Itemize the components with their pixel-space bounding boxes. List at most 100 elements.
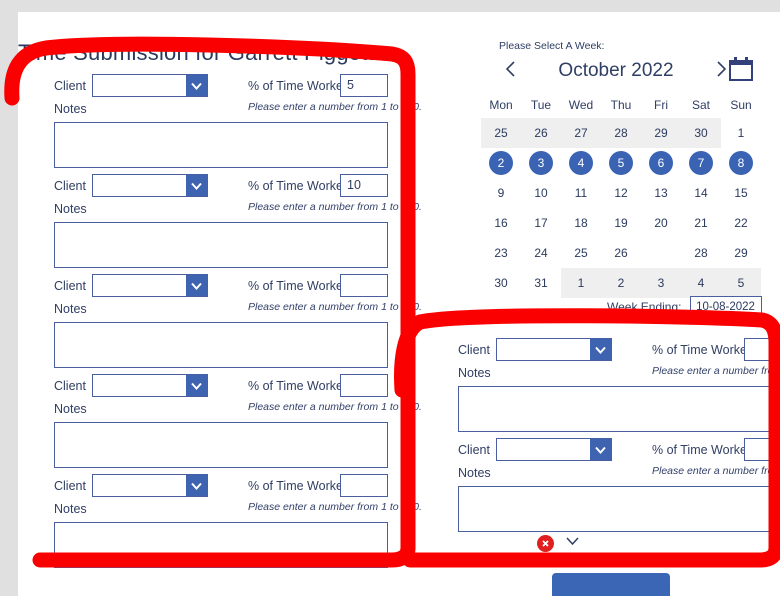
client-select[interactable] [92, 174, 208, 197]
client-select[interactable] [92, 74, 208, 97]
calendar-icon[interactable] [726, 56, 756, 84]
calendar-day[interactable]: 22 [721, 208, 761, 238]
notes-textarea[interactable] [458, 386, 780, 432]
calendar-day[interactable]: 3 [641, 268, 681, 298]
calendar-day[interactable]: 30 [481, 268, 521, 298]
calendar-day-selected[interactable]: 6 [641, 148, 681, 178]
calendar-day-label: 7 [689, 151, 713, 175]
notes-textarea[interactable] [54, 322, 388, 368]
chevron-down-icon[interactable] [186, 175, 207, 196]
percent-input[interactable]: 10 [340, 174, 388, 197]
calendar-day[interactable]: 26 [601, 238, 641, 268]
week-ending-input[interactable]: 10-08-2022 [689, 296, 762, 318]
client-select[interactable] [92, 374, 208, 397]
calendar-day-label: 20 [654, 216, 668, 230]
calendar-day[interactable]: 1 [561, 268, 601, 298]
calendar-day[interactable]: 11 [561, 178, 601, 208]
calendar-day[interactable]: 25 [481, 118, 521, 148]
calendar-weekday-header: Tue [530, 98, 552, 112]
percent-label: % of Time Worked: [652, 443, 758, 457]
percent-input[interactable] [340, 474, 388, 497]
calendar-day-label: 3 [529, 151, 553, 175]
calendar-day-selected[interactable]: 5 [601, 148, 641, 178]
calendar-day[interactable]: 27 [561, 118, 601, 148]
calendar-day[interactable]: 31 [521, 268, 561, 298]
calendar-day[interactable]: 4 [681, 268, 721, 298]
calendar-day[interactable]: 24 [521, 238, 561, 268]
submit-button[interactable] [552, 573, 670, 596]
calendar-day[interactable]: 20 [641, 208, 681, 238]
delete-icon[interactable] [537, 534, 554, 552]
calendar-day-label: 4 [697, 276, 705, 290]
calendar-day-label: 18 [574, 216, 588, 230]
calendar-day-selected[interactable]: 7 [681, 148, 721, 178]
chevron-down-icon[interactable] [590, 339, 611, 360]
notes-label: Notes [458, 466, 491, 480]
notes-textarea[interactable] [54, 122, 388, 168]
calendar-day-selected[interactable]: 4 [561, 148, 601, 178]
notes-textarea[interactable] [54, 222, 388, 268]
calendar-day[interactable]: 19 [601, 208, 641, 238]
entry-header-row: Client % of Time Worked: Please enter a nu… [36, 474, 422, 513]
calendar-day[interactable]: 23 [481, 238, 521, 268]
percent-hint: Please enter a number from 1 to 200. [248, 301, 422, 313]
calendar-weekday-header: Sun [730, 98, 752, 112]
time-entry-row: Client % of Time Worked: Please enter a nu… [36, 274, 422, 374]
client-select[interactable] [496, 438, 612, 461]
calendar-day[interactable]: 13 [641, 178, 681, 208]
calendar-day[interactable]: 21 [681, 208, 721, 238]
prev-month-icon[interactable] [503, 58, 519, 85]
percent-input[interactable]: 5 [340, 74, 388, 97]
calendar-day[interactable]: 17 [521, 208, 561, 238]
calendar-day[interactable]: 28 [601, 118, 641, 148]
calendar-day[interactable]: 5 [721, 268, 761, 298]
calendar-day-label: 1 [737, 126, 745, 140]
notes-label: Notes [54, 402, 87, 416]
chevron-down-icon[interactable] [590, 439, 611, 460]
client-select[interactable] [496, 338, 612, 361]
calendar-day-label: 5 [609, 151, 633, 175]
calendar-day[interactable]: 16 [481, 208, 521, 238]
percent-input[interactable] [744, 438, 780, 461]
calendar-day-label: 3 [657, 276, 665, 290]
chevron-down-icon[interactable] [186, 275, 207, 296]
calendar-day[interactable]: 29 [721, 238, 761, 268]
percent-label: % of Time Worked: [248, 479, 354, 493]
calendar-day-selected[interactable]: 8 [721, 148, 761, 178]
calendar-day[interactable]: 26 [521, 118, 561, 148]
notes-textarea[interactable] [458, 486, 780, 532]
percent-hint: Please enter a number from 1 to 200. [652, 465, 780, 477]
calendar-day-label: 30 [494, 276, 508, 290]
chevron-down-icon[interactable] [186, 375, 207, 396]
calendar-weekday-header: Thu [610, 98, 632, 112]
client-select[interactable] [92, 274, 208, 297]
calendar-day[interactable]: 29 [641, 118, 681, 148]
calendar-day-label: 21 [694, 216, 708, 230]
percent-label: % of Time Worked: [652, 343, 758, 357]
calendar-day[interactable]: 14 [681, 178, 721, 208]
percent-input[interactable] [340, 274, 388, 297]
percent-input[interactable] [340, 374, 388, 397]
chevron-down-icon[interactable] [186, 475, 207, 496]
calendar-day[interactable]: 28 [681, 238, 721, 268]
chevron-down-icon[interactable] [186, 75, 207, 96]
calendar-day[interactable]: 9 [481, 178, 521, 208]
calendar-day[interactable]: 1 [721, 118, 761, 148]
calendar-day[interactable]: 25 [561, 238, 601, 268]
notes-textarea[interactable] [54, 422, 388, 468]
client-select[interactable] [92, 474, 208, 497]
calendar-day-selected[interactable]: 3 [521, 148, 561, 178]
calendar-day[interactable]: 30 [681, 118, 721, 148]
percent-input[interactable] [744, 338, 780, 361]
calendar-day-selected[interactable]: 2 [481, 148, 521, 178]
percent-label: % of Time Worked: [248, 79, 354, 93]
time-entry-row: Client % of Time Worked: Please enter a nu… [36, 374, 422, 474]
calendar-day[interactable]: 2 [601, 268, 641, 298]
calendar-day[interactable]: 15 [721, 178, 761, 208]
calendar-day[interactable]: 10 [521, 178, 561, 208]
calendar-day[interactable]: 12 [601, 178, 641, 208]
calendar-day[interactable]: 18 [561, 208, 601, 238]
notes-textarea[interactable] [54, 522, 388, 568]
chevron-down-icon[interactable] [564, 534, 581, 552]
calendar-day-label: 16 [494, 216, 508, 230]
